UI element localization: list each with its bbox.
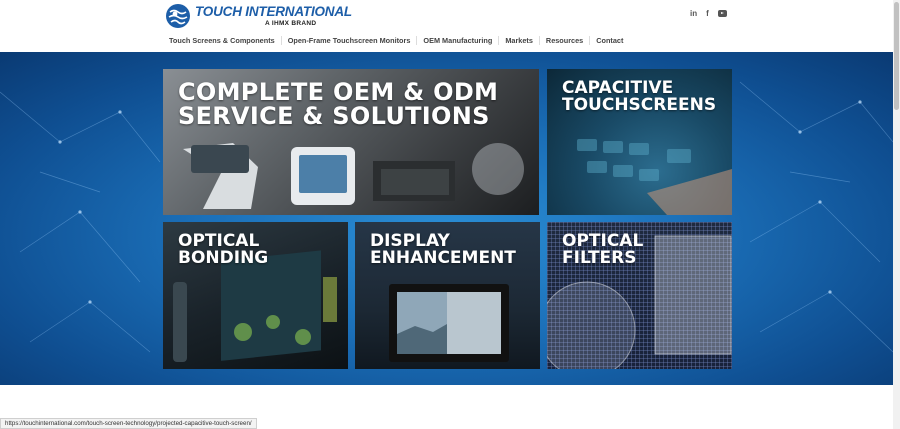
nav-oem-manufacturing[interactable]: OEM Manufacturing xyxy=(417,36,500,45)
tile-capacitive-title: CAPACITIVE TOUCHSCREENS xyxy=(562,78,717,115)
tile-display-title: DISPLAY ENHANCEMENT xyxy=(370,231,516,268)
tile-oem-odm[interactable]: COMPLETE OEM & ODM SERVICE & SOLUTIONS xyxy=(163,69,539,215)
linkedin-icon[interactable]: in xyxy=(690,9,697,18)
tile-optical-filters[interactable]: OPTICAL FILTERS xyxy=(547,222,732,369)
main-nav: Touch Screens & Components Open-Frame To… xyxy=(165,36,629,45)
scrollbar-thumb[interactable] xyxy=(894,2,899,110)
logo-brand-text: TOUCH INTERNATIONAL xyxy=(195,4,352,19)
logo-sub-text: A ІHMX BRAND xyxy=(265,19,317,27)
tile-filters-title: OPTICAL FILTERS xyxy=(562,231,644,268)
nav-markets[interactable]: Markets xyxy=(499,36,540,45)
tile-capacitive-touchscreens[interactable]: CAPACITIVE TOUCHSCREENS xyxy=(547,69,732,215)
hero-section: COMPLETE OEM & ODM SERVICE & SOLUTIONS C… xyxy=(0,52,893,385)
tile-display-enhancement[interactable]: DISPLAY ENHANCEMENT xyxy=(355,222,540,369)
facebook-icon[interactable]: f xyxy=(706,9,709,18)
social-links: in f xyxy=(690,9,727,18)
site-logo[interactable]: TOUCH INTERNATIONAL A ІHMX BRAND xyxy=(165,2,352,30)
tile-oem-title: COMPLETE OEM & ODM SERVICE & SOLUTIONS xyxy=(178,78,499,130)
tile-optical-bonding[interactable]: OPTICAL BONDING xyxy=(163,222,348,369)
page-scrollbar[interactable] xyxy=(893,0,900,429)
globe-logo-icon xyxy=(166,4,190,28)
status-bar-url: https://touchinternational.com/touch-scr… xyxy=(0,418,257,429)
nav-contact[interactable]: Contact xyxy=(590,36,629,45)
tile-bonding-title: OPTICAL BONDING xyxy=(178,231,269,268)
youtube-icon[interactable] xyxy=(717,10,727,17)
site-header: TOUCH INTERNATIONAL A ІHMX BRAND in f To… xyxy=(0,0,893,52)
nav-open-frame-monitors[interactable]: Open-Frame Touchscreen Monitors xyxy=(282,36,418,45)
nav-resources[interactable]: Resources xyxy=(540,36,591,45)
nav-touch-screens[interactable]: Touch Screens & Components xyxy=(165,36,282,45)
